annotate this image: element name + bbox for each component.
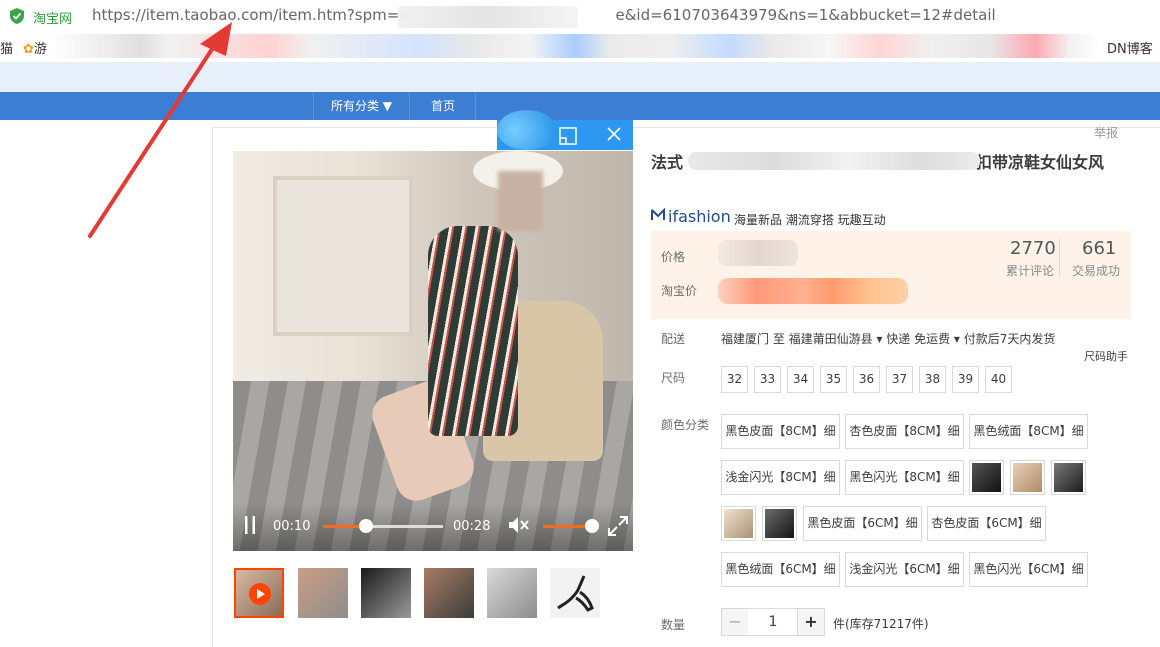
color-option[interactable]: 黑色闪光【8CM】细 (845, 460, 964, 495)
size-option[interactable]: 38 (919, 366, 946, 393)
color-option[interactable]: 杏色皮面【6CM】细 (927, 506, 1046, 541)
url-text-tail: e&id=610703643979&ns=1&abbucket=12#detai… (615, 6, 996, 24)
quantity-input[interactable]: 1 (748, 608, 798, 636)
nav-home[interactable]: 首页 (411, 92, 476, 120)
video-seek-handle[interactable] (359, 519, 373, 533)
color-label: 颜色分类 (661, 418, 710, 432)
quantity-label: 数量 (661, 618, 686, 632)
pause-icon[interactable] (244, 516, 256, 534)
size-label: 尺码 (661, 371, 686, 385)
size-option[interactable]: 33 (754, 366, 781, 393)
report-link[interactable]: 举报 (1094, 124, 1118, 141)
title-redaction (688, 152, 980, 170)
color-option[interactable]: 浅金闪光【8CM】细 (721, 460, 840, 495)
mute-icon[interactable] (508, 515, 530, 535)
color-option[interactable]: 黑色皮面【6CM】细 (803, 506, 922, 541)
price-label: 价格 (661, 250, 686, 264)
taobao-price-label: 淘宝价 (661, 284, 698, 298)
thumbnail-image[interactable] (487, 568, 537, 618)
secure-shield-icon (10, 8, 24, 24)
size-option[interactable]: 37 (886, 366, 913, 393)
site-badge: 淘宝网 (33, 12, 73, 27)
review-label: 累计评论 (1006, 264, 1055, 278)
ifashion-logo-icon (651, 208, 665, 220)
url-redaction (398, 6, 578, 28)
bookmark-item[interactable]: 猫 (0, 38, 13, 57)
size-option[interactable]: 32 (721, 366, 748, 393)
color-swatch-image[interactable] (1010, 460, 1045, 495)
taobao-price-redaction (718, 278, 908, 304)
product-title-end: 扣带凉鞋女仙女风 (976, 153, 1105, 172)
shipping-info[interactable]: 福建厦门 至 福建莆田仙游县 ▾ 快递 免运费 ▾ 付款后7天内发货 (721, 330, 1055, 347)
stock-info: 件(库存71217件) (833, 617, 929, 631)
color-option[interactable]: 杏色皮面【8CM】细 (845, 414, 964, 449)
product-video[interactable] (233, 151, 633, 551)
size-option[interactable]: 35 (820, 366, 847, 393)
video-current-time: 00:10 (273, 519, 311, 534)
sandal-icon (557, 575, 594, 612)
stat-divider (1059, 238, 1060, 276)
size-helper-link[interactable]: 尺码助手 (1084, 348, 1128, 364)
shipping-label: 配送 (661, 332, 686, 346)
size-option[interactable]: 39 (952, 366, 979, 393)
size-option[interactable]: 34 (787, 366, 814, 393)
thumbnail-image[interactable] (424, 568, 474, 618)
color-option[interactable]: 浅金闪光【6CM】细 (845, 552, 964, 587)
floating-bar-decoration (497, 110, 557, 150)
deal-label: 交易成功 (1072, 264, 1121, 278)
close-icon[interactable] (606, 126, 622, 142)
bookmark-item-blog[interactable]: DN博客 (1107, 38, 1153, 57)
site-top-strip (0, 62, 1160, 92)
color-option[interactable]: 黑色皮面【8CM】细 (721, 414, 840, 449)
volume-handle[interactable] (585, 519, 599, 533)
size-option[interactable]: 40 (985, 366, 1012, 393)
color-option[interactable]: 黑色绒面【6CM】细 (721, 552, 840, 587)
color-option[interactable]: 黑色闪光【6CM】细 (969, 552, 1088, 587)
color-swatch-image[interactable] (969, 460, 1004, 495)
brand-tagline: 海量新品 潮流穿搭 玩趣互动 (734, 213, 886, 227)
price-redaction (718, 240, 798, 266)
video-scene-face-blur (498, 171, 543, 231)
deal-count: 661 (1082, 238, 1117, 259)
url-text: https://item.taobao.com/item.htm?spm=a (92, 6, 409, 24)
thumbnail-image[interactable] (361, 568, 411, 618)
video-scene-dress (428, 226, 518, 436)
nav-all-categories[interactable]: 所有分类 ▼ (313, 92, 410, 120)
color-swatch-image[interactable] (1051, 460, 1086, 495)
color-option[interactable]: 黑色绒面【8CM】细 (969, 414, 1088, 449)
bookmark-item-squirrel[interactable]: ✿游 (23, 38, 47, 57)
thumbnail-image[interactable] (298, 568, 348, 618)
color-swatch-image[interactable] (762, 506, 797, 541)
main-nav (0, 92, 1160, 120)
thumbnail-image[interactable] (550, 568, 600, 618)
fullscreen-icon[interactable] (607, 515, 629, 537)
play-icon[interactable] (249, 583, 271, 605)
product-title-start: 法式 (651, 153, 684, 172)
quantity-decrease-button[interactable]: − (721, 608, 749, 636)
color-swatch-image[interactable] (721, 506, 756, 541)
video-duration: 00:28 (453, 519, 491, 534)
quantity-increase-button[interactable]: + (797, 608, 825, 636)
squirrel-icon: ✿ (23, 42, 34, 57)
size-option[interactable]: 36 (853, 366, 880, 393)
bookmarks-redaction (50, 34, 1100, 58)
review-count[interactable]: 2770 (1010, 238, 1056, 259)
video-scene-window (273, 176, 413, 336)
maximize-icon[interactable] (559, 127, 577, 145)
ifashion-logo: ifashion (668, 207, 731, 226)
